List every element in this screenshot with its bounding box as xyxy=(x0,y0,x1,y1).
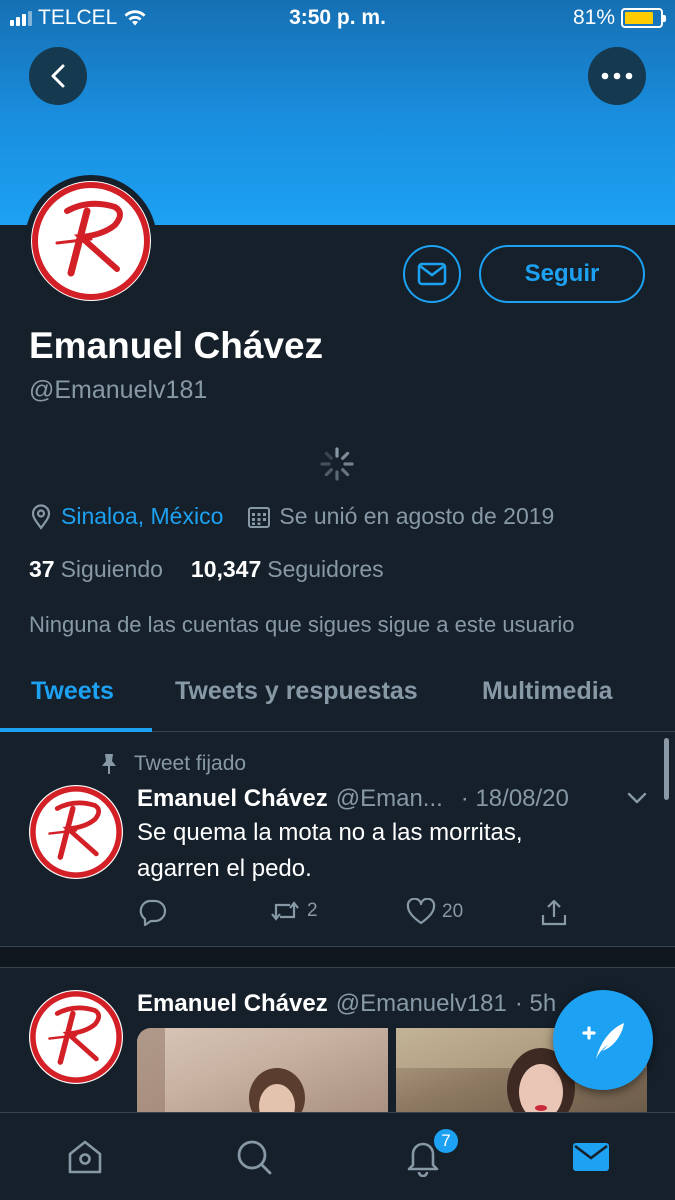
compose-tweet-button[interactable] xyxy=(553,990,653,1090)
profile-name: Emanuel Chávez xyxy=(29,325,324,366)
tweet-avatar[interactable] xyxy=(29,990,123,1084)
retweet-icon xyxy=(271,901,299,921)
loading-spinner-icon xyxy=(320,447,354,481)
reply-icon xyxy=(139,899,167,926)
followers-count[interactable]: 10,347 xyxy=(191,556,261,583)
compose-feather-icon xyxy=(582,1023,624,1059)
more-options-button[interactable] xyxy=(588,47,646,105)
pin-icon xyxy=(102,754,116,774)
r-logo-icon xyxy=(30,786,122,878)
following-count[interactable]: 37 xyxy=(29,556,55,583)
battery-icon xyxy=(621,8,666,28)
tweet-author-handle[interactable]: @Eman... xyxy=(336,785,443,813)
divider xyxy=(0,967,675,968)
reply-button[interactable] xyxy=(137,898,167,926)
tweet-date: · 18/08/20 xyxy=(460,785,569,812)
status-bar: TELCEL 3:50 p. m. 81% xyxy=(0,0,675,38)
search-icon xyxy=(237,1140,272,1175)
profile-avatar[interactable] xyxy=(25,175,157,307)
battery-group: 81% xyxy=(572,6,666,30)
profile-tabs: Tweets Tweets y respuestas Multimedia xyxy=(0,655,675,732)
tweet-author-handle[interactable]: @Emanuelv181 xyxy=(336,990,507,1018)
retweet-count: 2 xyxy=(307,900,318,921)
tweet-header: Emanuel Chávez @Eman... · 18/08/20 xyxy=(137,785,569,813)
following-label[interactable]: Siguiendo xyxy=(61,556,163,583)
mutual-followers-note: Ninguna de las cuentas que sigues sigue … xyxy=(29,612,575,637)
back-button[interactable] xyxy=(29,47,87,105)
tweet-author-name[interactable]: Emanuel Chávez xyxy=(137,990,328,1018)
follow-button[interactable]: Seguir xyxy=(479,245,645,303)
bottom-navigation xyxy=(0,1112,675,1200)
notifications-badge: 7 xyxy=(432,1127,460,1155)
media-photo[interactable] xyxy=(137,1028,388,1118)
tweet-author-name[interactable]: Emanuel Chávez xyxy=(137,785,328,813)
envelope-icon xyxy=(573,1143,609,1171)
tweet-text-line: agarren el pedo. xyxy=(137,855,312,882)
tab-tweets-and-replies[interactable]: Tweets y respuestas xyxy=(175,677,418,706)
home-icon xyxy=(68,1140,102,1174)
tweet-text-line: Se quema la mota no a las morritas, xyxy=(137,819,523,846)
calendar-icon xyxy=(248,506,271,528)
share-icon xyxy=(541,899,567,926)
nav-home[interactable] xyxy=(63,1135,107,1179)
like-count: 20 xyxy=(442,901,464,922)
followers-label[interactable]: Seguidores xyxy=(267,556,383,583)
nav-search[interactable] xyxy=(232,1135,276,1179)
r-logo-icon xyxy=(32,182,150,300)
tweet-date: · 5h xyxy=(514,990,557,1017)
profile-handle: @Emanuelv181 xyxy=(29,376,208,404)
active-tab-indicator xyxy=(0,728,152,732)
pinned-label: Tweet fijado xyxy=(134,752,247,775)
scrollbar[interactable] xyxy=(664,738,669,800)
share-button[interactable] xyxy=(539,898,569,928)
tweet-header: Emanuel Chávez @Emanuelv181 · 5h xyxy=(137,990,556,1018)
tweet-actions: 2 20 xyxy=(137,898,577,930)
r-logo-icon xyxy=(30,991,122,1083)
heart-icon xyxy=(406,898,436,925)
profile-meta: Sinaloa, México Se unió en agosto de 201… xyxy=(29,503,554,530)
chevron-left-icon xyxy=(51,64,65,88)
profile-location-link[interactable]: Sinaloa, México xyxy=(61,503,223,530)
battery-percent: 81% xyxy=(572,6,615,29)
like-button[interactable]: 20 xyxy=(406,898,463,926)
retweet-button[interactable]: 2 xyxy=(269,898,318,924)
tab-tweets[interactable]: Tweets xyxy=(31,677,114,706)
profile-joined-date: Se unió en agosto de 2019 xyxy=(279,503,555,529)
envelope-icon xyxy=(417,262,447,286)
more-dots-icon xyxy=(601,72,633,80)
photo-image xyxy=(137,1028,305,1118)
tweet-text: Se quema la mota no a las morritas, agar… xyxy=(137,815,607,887)
tweet-avatar[interactable] xyxy=(29,785,123,879)
section-spacer xyxy=(0,947,675,967)
pinned-indicator: Tweet fijado xyxy=(98,752,246,776)
tab-media[interactable]: Multimedia xyxy=(482,677,613,706)
chevron-down-icon[interactable] xyxy=(626,790,648,806)
location-pin-icon xyxy=(31,503,51,530)
direct-message-button[interactable] xyxy=(403,245,461,303)
nav-messages[interactable] xyxy=(569,1135,613,1179)
follow-stats: 37 Siguiendo 10,347 Seguidores xyxy=(29,556,384,583)
